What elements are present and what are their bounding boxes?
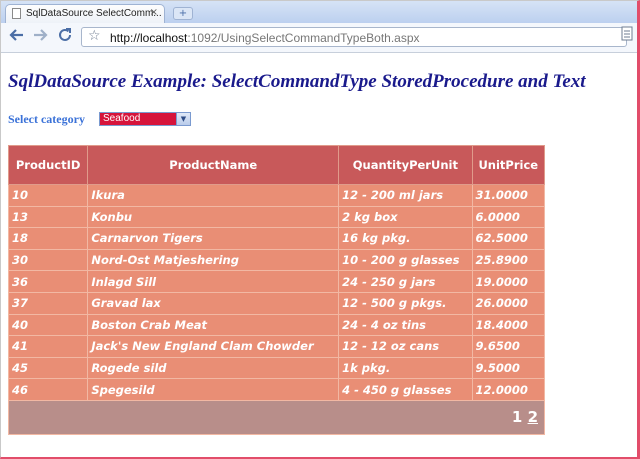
header-quantityperunit: QuantityPerUnit (338, 145, 473, 185)
cell-unitprice: 6.0000 (471, 205, 546, 229)
cell-productname: Nord-Ost Matjeshering (87, 248, 340, 272)
cell-unitprice: 25.8900 (471, 248, 546, 272)
select-category-label: Select category (8, 112, 85, 126)
cell-productname: Spegesild (87, 378, 340, 401)
cell-productid: 37 (7, 291, 89, 315)
header-unitprice: UnitPrice (471, 145, 546, 185)
table-row: 36 Inlagd Sill 24 - 250 g jars 19.0000 (7, 270, 546, 293)
category-dropdown-value: Seafood (103, 113, 141, 124)
star-icon[interactable]: ☆ (88, 28, 101, 44)
cell-productid: 45 (7, 356, 89, 380)
cell-productid: 10 (7, 184, 89, 207)
back-arrow-icon[interactable] (9, 27, 25, 47)
table-row: 30 Nord-Ost Matjeshering 10 - 200 g glasse… (7, 248, 546, 272)
cell-productid: 46 (7, 378, 89, 401)
cell-productname: Konbu (87, 205, 340, 229)
forward-arrow-icon[interactable] (32, 27, 48, 47)
close-tab-icon[interactable]: × (150, 7, 158, 18)
cell-unitprice: 19.0000 (471, 270, 546, 293)
table-row: 40 Boston Crab Meat 24 - 4 oz tins 18.4000 (7, 313, 546, 337)
chevron-down-icon[interactable]: ▼ (176, 113, 190, 125)
category-dropdown[interactable]: Seafood ▼ (99, 112, 191, 126)
cell-quantityperunit: 24 - 4 oz tins (338, 313, 473, 337)
cell-productname: Inlagd Sill (87, 270, 340, 293)
cell-productname: Gravad lax (87, 291, 340, 315)
cell-quantityperunit: 10 - 200 g glasses (338, 248, 473, 272)
cell-unitprice: 9.6500 (471, 335, 546, 358)
browser-window: SqlDataSource SelectComm... × + ☆ http:/… (0, 0, 640, 459)
cell-unitprice: 31.0000 (471, 184, 546, 207)
cell-quantityperunit: 1k pkg. (338, 356, 473, 380)
table-row: 18 Carnarvon Tigers 16 kg pkg. 62.5000 (7, 227, 546, 250)
table-row: 45 Rogede sild 1k pkg. 9.5000 (7, 356, 546, 380)
page-menu-icon[interactable] (620, 26, 639, 46)
pager-cell: 1 2 (8, 399, 545, 435)
table-row: 37 Gravad lax 12 - 500 g pkgs. 26.0000 (7, 291, 546, 315)
url-text: http://localhost:1092/UsingSelectCommand… (110, 31, 420, 45)
cell-productid: 13 (7, 205, 89, 229)
cell-productname: Boston Crab Meat (87, 313, 340, 337)
page-content: SqlDataSource Example: SelectCommandType… (1, 53, 637, 457)
page-icon (12, 8, 21, 19)
pager-row: 1 2 (8, 399, 545, 435)
table-row: 10 Ikura 12 - 200 ml jars 31.0000 (7, 184, 546, 207)
header-productname: ProductName (87, 145, 340, 185)
cell-productname: Carnarvon Tigers (87, 227, 340, 250)
cell-productid: 41 (7, 335, 89, 358)
page-title: SqlDataSource Example: SelectCommandType… (8, 71, 586, 92)
address-bar[interactable]: ☆ http://localhost:1092/UsingSelectComma… (81, 27, 627, 47)
cell-productname: Ikura (87, 184, 340, 207)
cell-quantityperunit: 2 kg box (338, 205, 473, 229)
table-row: 41 Jack's New England Clam Chowder 12 - 12… (7, 335, 546, 358)
cell-unitprice: 18.4000 (471, 313, 546, 337)
cell-quantityperunit: 12 - 200 ml jars (338, 184, 473, 207)
cell-quantityperunit: 12 - 500 g pkgs. (338, 291, 473, 315)
products-grid: ProductID ProductName QuantityPerUnit Un… (7, 145, 546, 435)
cell-productname: Jack's New England Clam Chowder (87, 335, 340, 358)
cell-productname: Rogede sild (87, 356, 340, 380)
cell-quantityperunit: 12 - 12 oz cans (338, 335, 473, 358)
cell-productid: 36 (7, 270, 89, 293)
cell-unitprice: 26.0000 (471, 291, 546, 315)
tab-title: SqlDataSource SelectComm... (26, 8, 162, 19)
cell-unitprice: 62.5000 (471, 227, 546, 250)
grid-header-row: ProductID ProductName QuantityPerUnit Un… (7, 145, 546, 185)
browser-tab[interactable]: SqlDataSource SelectComm... × (5, 4, 165, 23)
cell-quantityperunit: 16 kg pkg. (338, 227, 473, 250)
browser-toolbar: ☆ http://localhost:1092/UsingSelectComma… (1, 23, 637, 53)
cell-productid: 18 (7, 227, 89, 250)
cell-quantityperunit: 24 - 250 g jars (338, 270, 473, 293)
cell-unitprice: 12.0000 (471, 378, 546, 401)
cell-quantityperunit: 4 - 450 g glasses (338, 378, 473, 401)
cell-productid: 30 (7, 248, 89, 272)
header-productid: ProductID (7, 145, 89, 185)
table-row: 46 Spegesild 4 - 450 g glasses 12.0000 (7, 378, 546, 401)
new-tab-button[interactable]: + (173, 7, 193, 20)
cell-unitprice: 9.5000 (471, 356, 546, 380)
tab-strip: SqlDataSource SelectComm... × + (1, 1, 637, 23)
table-row: 13 Konbu 2 kg box 6.0000 (7, 205, 546, 229)
page-1-current: 1 (511, 408, 523, 427)
page-2-link[interactable]: 2 (528, 408, 538, 426)
cell-productid: 40 (7, 313, 89, 337)
reload-icon[interactable] (57, 27, 73, 47)
